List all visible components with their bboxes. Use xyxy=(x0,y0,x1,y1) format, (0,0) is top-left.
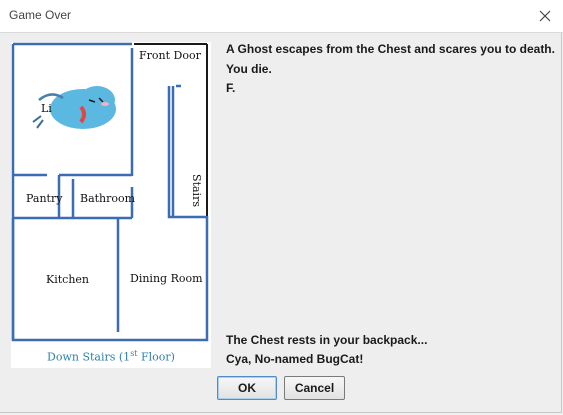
floor-plan xyxy=(11,42,209,342)
room-living-partial: Li xyxy=(41,102,52,115)
close-icon xyxy=(539,10,551,22)
room-dining-room: Dining Room xyxy=(130,272,203,285)
room-pantry: Pantry xyxy=(26,192,63,205)
floor-label: Down Stairs (1st Floor) xyxy=(47,349,175,364)
title-bar: Game Over xyxy=(0,0,563,33)
room-front-door: Front Door xyxy=(139,49,201,62)
message-bottom-2: Cya, No-named BugCat! xyxy=(226,352,364,366)
message-line-2: You die. xyxy=(226,62,272,76)
message-bottom-1: The Chest rests in your backpack... xyxy=(226,333,428,347)
room-kitchen: Kitchen xyxy=(46,273,89,286)
room-bathroom: Bathroom xyxy=(80,192,136,205)
ok-button[interactable]: OK xyxy=(217,376,277,400)
house-map: Front Door Li Stairs Pantry Bathroom Kit… xyxy=(11,42,211,368)
message-line-3: F. xyxy=(226,81,236,95)
cancel-button[interactable]: Cancel xyxy=(284,376,345,400)
close-button[interactable] xyxy=(530,3,560,29)
window-title: Game Over xyxy=(9,8,72,22)
message-line-1: A Ghost escapes from the Chest and scare… xyxy=(226,42,555,56)
room-stairs: Stairs xyxy=(189,174,203,207)
